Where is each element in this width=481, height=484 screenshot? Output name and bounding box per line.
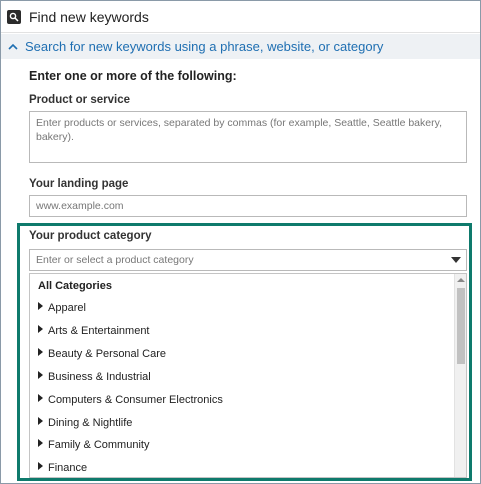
product-category-label: Your product category <box>29 230 152 242</box>
section-toggle[interactable]: Search for new keywords using a phrase, … <box>1 34 480 59</box>
form-content: Enter one or more of the following: <box>29 69 469 83</box>
list-item-label: Arts & Entertainment <box>48 325 150 337</box>
landing-page-input[interactable]: www.example.com <box>29 195 467 217</box>
listbox-scrollbar[interactable] <box>454 274 466 477</box>
dropdown-arrow-icon[interactable] <box>451 257 461 263</box>
list-item-label: Business & Industrial <box>48 371 151 383</box>
list-item[interactable]: Beauty & Personal Care <box>38 346 166 362</box>
expand-arrow-icon[interactable] <box>38 302 43 310</box>
list-item[interactable]: Dining & Nightlife <box>38 415 132 431</box>
panel-title: Find new keywords <box>29 8 149 25</box>
category-listbox[interactable]: All Categories Apparel Arts & Entertainm… <box>29 273 467 478</box>
section-label: Search for new keywords using a phrase, … <box>25 39 384 54</box>
list-item-label: Dining & Nightlife <box>48 417 133 429</box>
product-service-label: Product or service <box>29 94 130 106</box>
panel-title-bar: Find new keywords <box>1 1 480 33</box>
list-item-label: Beauty & Personal Care <box>48 348 167 360</box>
all-categories-header: All Categories <box>38 280 112 292</box>
list-item[interactable]: Business & Industrial <box>38 369 151 385</box>
product-category-placeholder: Enter or select a product category <box>36 254 194 266</box>
expand-arrow-icon[interactable] <box>38 348 43 356</box>
landing-page-label: Your landing page <box>29 178 129 190</box>
list-item[interactable]: Apparel <box>38 300 86 316</box>
expand-arrow-icon[interactable] <box>38 417 43 425</box>
list-item[interactable]: Family & Community <box>38 437 149 453</box>
expand-arrow-icon[interactable] <box>38 439 43 447</box>
list-item[interactable]: Computers & Consumer Electronics <box>38 392 223 408</box>
keyword-planner-panel: Find new keywords Search for new keyword… <box>0 0 481 484</box>
list-item[interactable]: Finance <box>38 460 87 476</box>
expand-arrow-icon[interactable] <box>38 462 43 470</box>
list-item[interactable]: Arts & Entertainment <box>38 323 150 339</box>
scrollbar-thumb[interactable] <box>457 288 465 364</box>
chevron-up-icon <box>8 43 18 50</box>
expand-arrow-icon[interactable] <box>38 325 43 333</box>
product-category-combobox[interactable]: Enter or select a product category <box>29 249 467 271</box>
list-item-label: Finance <box>48 462 88 474</box>
product-service-input[interactable]: Enter products or services, separated by… <box>29 111 467 163</box>
expand-arrow-icon[interactable] <box>38 394 43 402</box>
list-item-label: Computers & Consumer Electronics <box>48 394 223 406</box>
list-item-label: Apparel <box>48 302 86 314</box>
scroll-up-icon[interactable] <box>457 278 465 282</box>
list-item-label: Family & Community <box>48 439 150 451</box>
form-heading: Enter one or more of the following: <box>29 69 237 83</box>
expand-arrow-icon[interactable] <box>38 371 43 379</box>
search-icon <box>7 9 21 24</box>
